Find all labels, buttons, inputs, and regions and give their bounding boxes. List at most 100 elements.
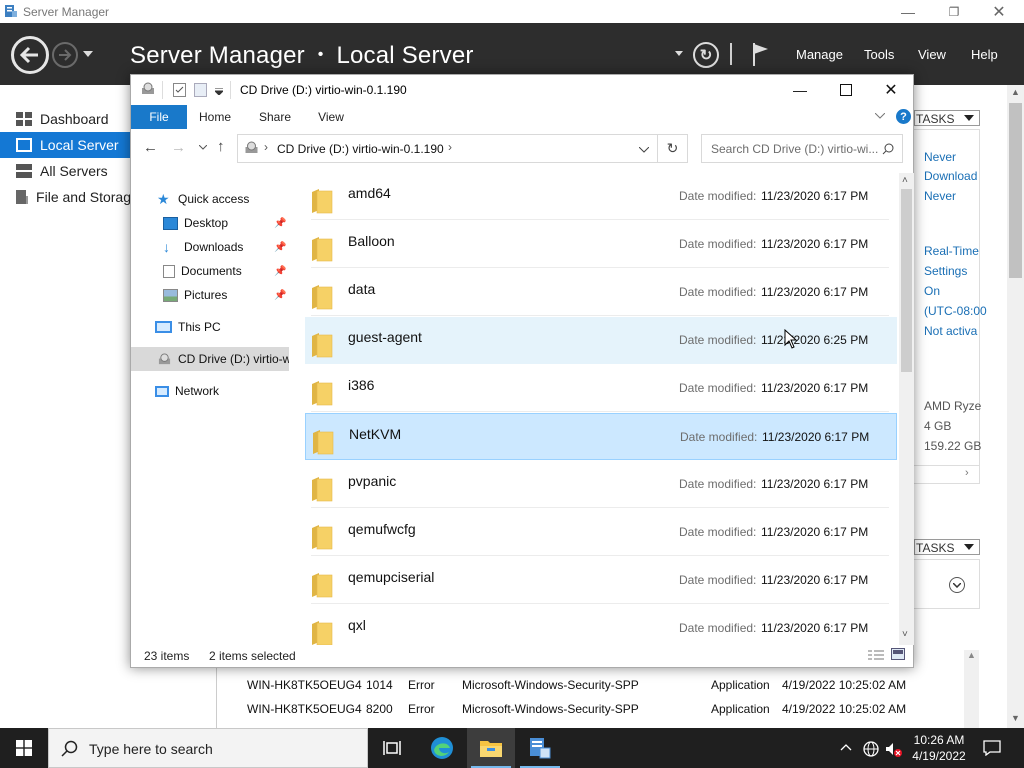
start-button[interactable] xyxy=(0,728,48,768)
address-dropdown-icon[interactable] xyxy=(639,147,649,153)
folder-icon xyxy=(312,189,333,214)
property-value[interactable]: Settings xyxy=(924,264,967,278)
up-button[interactable]: ↑ xyxy=(217,138,225,155)
forward-button[interactable]: → xyxy=(171,139,186,156)
forward-button[interactable] xyxy=(52,42,78,68)
nav-cd-drive[interactable]: CD Drive (D:) virtio-w xyxy=(131,347,289,371)
chevron-down-icon xyxy=(953,582,961,588)
nav-quick-access[interactable]: ★ Quick access xyxy=(131,187,289,211)
menu-tools[interactable]: Tools xyxy=(864,47,894,62)
restore-button[interactable]: ❐ xyxy=(931,0,977,23)
new-folder-icon[interactable] xyxy=(194,83,207,97)
file-list-scroll-thumb[interactable] xyxy=(901,189,912,372)
maximize-button[interactable] xyxy=(823,75,869,105)
server-manager-app-icon xyxy=(5,5,17,17)
sidebar-item-all-servers[interactable]: All Servers xyxy=(0,158,131,184)
date-modified-label: Date modified: xyxy=(679,285,757,299)
nav-network[interactable]: Network xyxy=(131,379,289,403)
history-dropdown-icon[interactable] xyxy=(83,51,93,57)
nav-pictures[interactable]: Pictures 📌 xyxy=(131,283,289,307)
pin-icon[interactable]: 📌 xyxy=(274,290,286,301)
globe-network-icon[interactable] xyxy=(862,740,880,758)
file-row[interactable]: i386 Date modified: 11/23/2020 6:17 PM xyxy=(305,365,897,412)
nav-documents[interactable]: Documents 📌 xyxy=(131,259,289,283)
task-view-button[interactable] xyxy=(368,728,416,768)
menu-view[interactable]: View xyxy=(918,47,946,62)
refresh-dropdown-icon[interactable] xyxy=(675,51,683,56)
back-button[interactable] xyxy=(11,36,49,74)
large-icons-view-icon[interactable] xyxy=(891,648,905,660)
nav-this-pc[interactable]: This PC xyxy=(131,315,289,339)
property-value[interactable]: Download xyxy=(924,169,977,183)
page-scrollbar[interactable]: ▲ ▼ xyxy=(1007,85,1024,728)
property-value[interactable]: Never xyxy=(924,150,956,164)
tab-share[interactable]: Share xyxy=(253,105,297,129)
notification-center-icon[interactable] xyxy=(983,740,1001,756)
file-list-scrollbar[interactable]: ˄ ˅ xyxy=(899,173,914,645)
customize-qat-icon[interactable] xyxy=(215,88,223,95)
recent-locations-icon[interactable] xyxy=(199,145,207,150)
file-row[interactable]: Balloon Date modified: 11/23/2020 6:17 PM xyxy=(305,221,897,268)
nav-desktop[interactable]: Desktop 📌 xyxy=(131,211,289,235)
scroll-down-icon[interactable]: ˅ xyxy=(902,629,908,640)
system-clock[interactable]: 10:26 AM 4/19/2022 xyxy=(905,732,973,764)
folder-icon xyxy=(312,237,333,262)
help-icon[interactable]: ? xyxy=(896,109,911,124)
file-row[interactable]: pvpanic Date modified: 11/23/2020 6:17 PM xyxy=(305,461,897,508)
taskbar-search-input[interactable]: Type here to search xyxy=(48,728,368,768)
tasks-button-properties[interactable]: TASKS xyxy=(914,110,980,126)
minimize-button[interactable]: — xyxy=(777,75,823,105)
scroll-up-icon[interactable]: ˄ xyxy=(902,175,908,186)
tab-view[interactable]: View xyxy=(309,105,353,129)
horizontal-scrollbar[interactable]: › xyxy=(914,465,980,483)
file-row[interactable]: data Date modified: 11/23/2020 6:17 PM xyxy=(305,269,897,316)
desktop-icon xyxy=(163,216,178,230)
property-value[interactable]: Never xyxy=(924,189,956,203)
taskbar-file-explorer[interactable] xyxy=(467,728,515,768)
property-value[interactable]: On xyxy=(924,284,940,298)
menu-help[interactable]: Help xyxy=(971,47,998,62)
close-button[interactable]: ✕ xyxy=(868,75,914,105)
pin-icon[interactable]: 📌 xyxy=(274,242,286,253)
address-bar[interactable]: › CD Drive (D:) virtio-win-0.1.190 › xyxy=(237,134,658,163)
search-input[interactable]: Search CD Drive (D:) virtio-wi... xyxy=(701,134,903,163)
close-button[interactable]: ✕ xyxy=(976,0,1022,23)
file-row[interactable]: NetKVM Date modified: 11/23/2020 6:17 PM xyxy=(305,413,897,460)
expand-ribbon-icon[interactable] xyxy=(875,113,885,119)
address-drive[interactable]: CD Drive (D:) virtio-win-0.1.190 xyxy=(277,142,444,156)
file-row[interactable]: qxl Date modified: 11/23/2020 6:17 PM xyxy=(305,605,897,645)
menu-manage[interactable]: Manage xyxy=(796,47,843,62)
refresh-button[interactable]: ↻ xyxy=(658,134,688,163)
tasks-button-events[interactable]: TASKS xyxy=(914,539,980,555)
notifications-flag-icon[interactable] xyxy=(751,41,771,67)
back-button[interactable]: ← xyxy=(143,139,158,156)
sidebar-item-local-server[interactable]: Local Server xyxy=(0,132,131,158)
refresh-button[interactable]: ↻ xyxy=(693,42,719,68)
file-row[interactable]: qemupciserial Date modified: 11/23/2020 6:… xyxy=(305,557,897,604)
sidebar-item-file-storage[interactable]: File and Storag xyxy=(0,184,131,210)
pin-icon[interactable]: 📌 xyxy=(274,218,286,229)
nav-downloads[interactable]: ↓ Downloads 📌 xyxy=(131,235,289,259)
tab-file[interactable]: File xyxy=(131,105,187,129)
details-view-icon[interactable] xyxy=(868,649,884,661)
property-value[interactable]: Not activa xyxy=(924,324,977,338)
expand-button[interactable] xyxy=(949,577,965,593)
page-scroll-thumb[interactable] xyxy=(1009,103,1022,278)
file-row[interactable]: amd64 Date modified: 11/23/2020 6:17 PM xyxy=(305,173,897,220)
property-value[interactable]: (UTC-08:00 xyxy=(924,304,987,318)
properties-icon[interactable] xyxy=(173,83,186,97)
chevron-up-icon[interactable] xyxy=(840,743,852,751)
property-value[interactable]: Real-Time xyxy=(924,244,979,258)
tab-home[interactable]: Home xyxy=(193,105,237,129)
events-scrollbar[interactable]: ▲ xyxy=(964,650,979,728)
file-name: qemufwcfg xyxy=(348,521,416,537)
taskbar-edge[interactable] xyxy=(418,728,466,768)
pin-icon[interactable]: 📌 xyxy=(274,266,286,277)
breadcrumb-chevron-icon[interactable]: › xyxy=(448,140,452,154)
volume-muted-icon[interactable] xyxy=(884,740,902,758)
file-row[interactable]: guest-agent Date modified: 11/23/2020 6:25… xyxy=(305,317,897,364)
file-row[interactable]: qemufwcfg Date modified: 11/23/2020 6:17 P… xyxy=(305,509,897,556)
sidebar-item-dashboard[interactable]: Dashboard xyxy=(0,106,131,132)
taskbar-server-manager[interactable] xyxy=(516,728,564,768)
minimize-button[interactable]: — xyxy=(885,0,931,23)
